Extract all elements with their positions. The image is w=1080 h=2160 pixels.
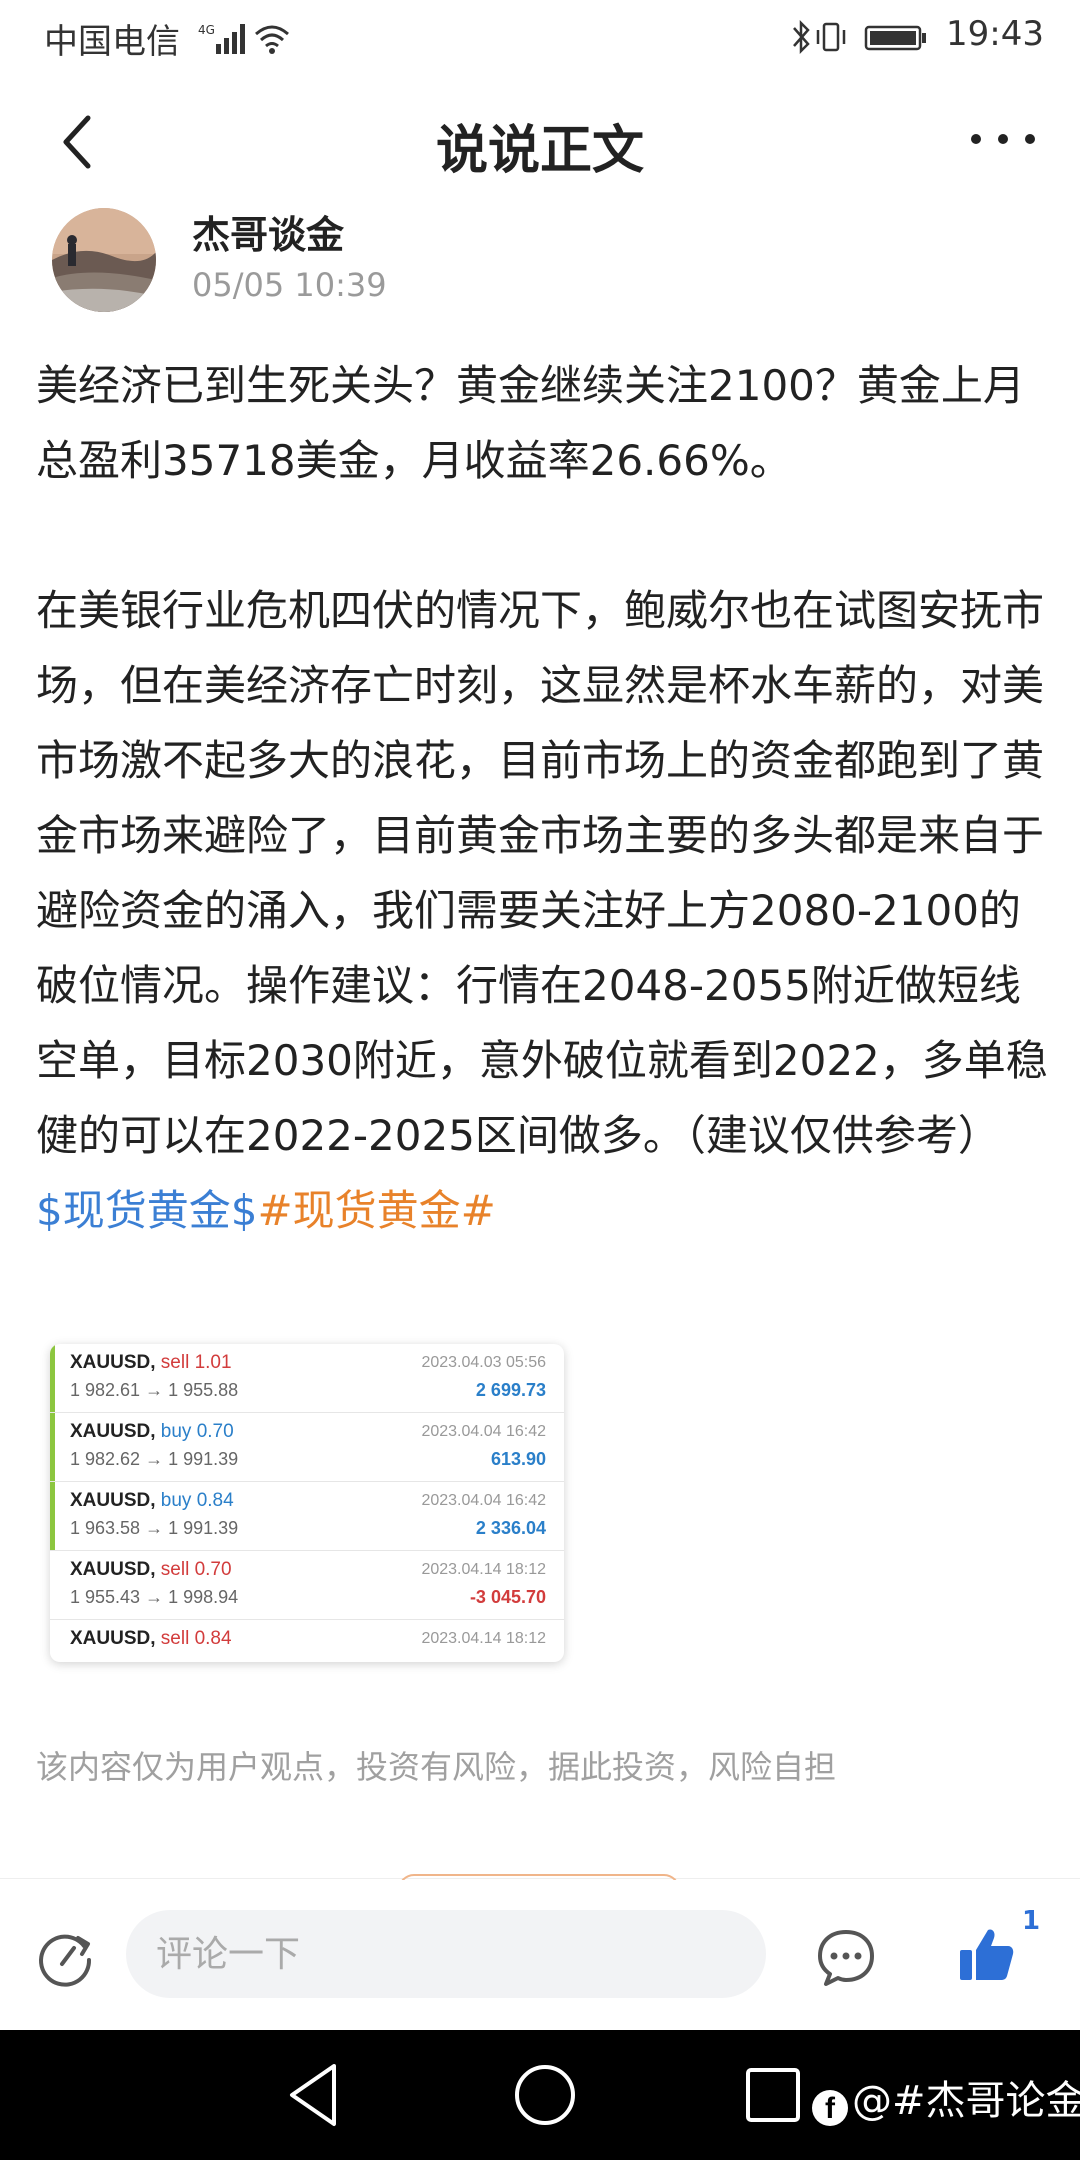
trade-profit: 2 336.04 bbox=[475, 1518, 546, 1538]
signal-icon: 4G bbox=[198, 23, 289, 54]
nav-recent-apps-icon[interactable] bbox=[744, 2066, 802, 2124]
trade-prices: 1 963.58 → 1 991.39 bbox=[70, 1518, 239, 1538]
trade-symbol: XAUUSD, buy 0.70 bbox=[70, 1421, 234, 1443]
thumbs-up-icon[interactable] bbox=[956, 1924, 1016, 1984]
system-nav-bar: f @#杰哥论金 bbox=[0, 2030, 1080, 2160]
trade-date: 2023.04.04 16:42 bbox=[421, 1492, 546, 1509]
author-block: 杰哥谈金 05/05 10:39 bbox=[0, 200, 1080, 312]
trade-symbol-text: XAUUSD, bbox=[70, 1352, 156, 1373]
trade-symbol: XAUUSD, sell 0.70 bbox=[70, 1559, 232, 1581]
author-name[interactable]: 杰哥谈金 bbox=[192, 204, 344, 259]
comment-icon[interactable] bbox=[814, 1926, 878, 1990]
trade-row-bar bbox=[50, 1344, 55, 1412]
trade-row: XAUUSD, buy 0.84 1 963.58 → 1 991.39 2023.… bbox=[50, 1482, 564, 1551]
trade-side: sell 0.70 bbox=[160, 1559, 232, 1580]
trade-row: XAUUSD, sell 1.01 1 982.61 → 1 955.88 2023… bbox=[50, 1344, 564, 1413]
page-title: 说说正文 bbox=[435, 121, 644, 181]
trade-prices: 1 955.43 → 1 998.94 bbox=[70, 1587, 239, 1607]
trade-date: 2023.04.04 16:42 bbox=[421, 1423, 546, 1440]
watermark-text: @#杰哥论金 bbox=[852, 2078, 1080, 2124]
trade-symbol: XAUUSD, sell 0.84 bbox=[70, 1628, 232, 1650]
avatar[interactable] bbox=[52, 208, 156, 312]
stock-tag-link[interactable]: $现货黄金$ bbox=[36, 1186, 257, 1235]
trade-row-bar bbox=[50, 1551, 55, 1619]
topic-tag-link[interactable]: #现货黄金# bbox=[257, 1186, 495, 1235]
trade-profit: 613.90 bbox=[490, 1449, 546, 1469]
nav-back-icon[interactable] bbox=[282, 2060, 344, 2130]
trade-side: sell 1.01 bbox=[160, 1352, 232, 1373]
carrier-label: 中国电信 bbox=[44, 22, 180, 62]
trade-side: buy 0.70 bbox=[160, 1421, 234, 1442]
header: 说说正文 bbox=[0, 90, 1080, 190]
more-dots-icon[interactable] bbox=[968, 126, 1038, 152]
like-count: 1 bbox=[1022, 1906, 1041, 1936]
trade-row-bar bbox=[50, 1482, 55, 1550]
post-body: 美经济已到生死关头？黄金继续关注2100？黄金上月总盈利35718美金，月收益率… bbox=[36, 348, 1052, 1248]
trade-symbol-text: XAUUSD, bbox=[70, 1628, 156, 1649]
trade-side: sell 0.84 bbox=[160, 1628, 232, 1649]
trade-profit: 2 699.73 bbox=[475, 1380, 546, 1400]
wifi-icon bbox=[255, 25, 289, 48]
trade-symbol-text: XAUUSD, bbox=[70, 1421, 156, 1442]
platform-logo-icon: f bbox=[812, 2090, 848, 2126]
trade-row: XAUUSD, sell 0.84 2023.04.14 18:12 bbox=[50, 1620, 564, 1662]
status-icons-group bbox=[793, 19, 926, 55]
trade-history-image[interactable]: XAUUSD, sell 1.01 1 982.61 → 1 955.88 2023… bbox=[50, 1344, 564, 1662]
trade-date: 2023.04.14 18:12 bbox=[421, 1561, 546, 1578]
trade-row: XAUUSD, buy 0.70 1 982.62 → 1 991.39 2023.… bbox=[50, 1413, 564, 1482]
trade-row: XAUUSD, sell 0.70 1 955.43 → 1 998.94 2023… bbox=[50, 1551, 564, 1620]
trade-profit: -3 045.70 bbox=[469, 1587, 546, 1607]
trade-date: 2023.04.03 05:56 bbox=[421, 1354, 546, 1371]
post-time: 05/05 10:39 bbox=[192, 266, 387, 304]
disclaimer: 该内容仅为用户观点，投资有风险，据此投资，风险自担 bbox=[36, 1748, 837, 1786]
trade-prices: 1 982.62 → 1 991.39 bbox=[70, 1449, 239, 1469]
trade-row-bar bbox=[50, 1620, 55, 1662]
network-label: 4G bbox=[198, 23, 215, 37]
post-paragraph-1: 美经济已到生死关头？黄金继续关注2100？黄金上月总盈利35718美金，月收益率… bbox=[36, 361, 1025, 485]
trade-symbol: XAUUSD, buy 0.84 bbox=[70, 1490, 234, 1512]
trade-prices: 1 982.61 → 1 955.88 bbox=[70, 1380, 239, 1400]
watermark: f @#杰哥论金 bbox=[812, 2068, 1080, 2126]
trade-row-bar bbox=[50, 1413, 55, 1481]
comment-bar: 1 bbox=[0, 1880, 1080, 2030]
post-tags: $现货黄金$#现货黄金# bbox=[36, 1173, 1052, 1248]
nav-home-icon[interactable] bbox=[512, 2062, 578, 2128]
trade-symbol-text: XAUUSD, bbox=[70, 1490, 156, 1511]
clock: 19:43 bbox=[946, 14, 1044, 54]
battery-icon bbox=[864, 25, 926, 51]
trade-symbol: XAUUSD, sell 1.01 bbox=[70, 1352, 232, 1374]
post-paragraph-2: 在美银行业危机四伏的情况下，鲍威尔也在试图安抚市场，但在美经济存亡时刻，这显然是… bbox=[36, 586, 1048, 1160]
share-icon[interactable] bbox=[34, 1928, 96, 1990]
trade-date: 2023.04.14 18:12 bbox=[421, 1630, 546, 1647]
bluetooth-icon bbox=[793, 19, 810, 55]
trade-symbol-text: XAUUSD, bbox=[70, 1559, 156, 1580]
status-bar: 中国电信 4G 19:43 bbox=[0, 0, 1080, 72]
comment-input[interactable] bbox=[126, 1910, 766, 1998]
avatar-image bbox=[52, 208, 156, 312]
vibrate-icon bbox=[816, 22, 846, 52]
trade-side: buy 0.84 bbox=[160, 1490, 234, 1511]
